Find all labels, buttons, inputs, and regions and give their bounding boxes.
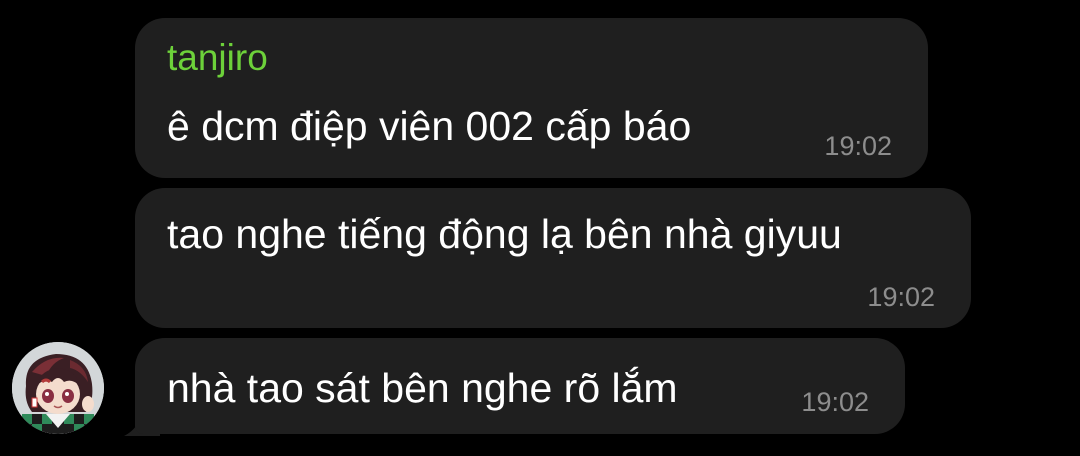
avatar[interactable]	[12, 342, 104, 434]
message-text: tao nghe tiếng động lạ bên nhà giyuu	[167, 211, 842, 257]
anime-character-avatar-icon	[12, 342, 104, 434]
message-bubble[interactable]: nhà tao sát bên nghe rõ lắm 19:02	[135, 338, 905, 434]
message-text: ê dcm điệp viên 002 cấp báo	[167, 103, 692, 149]
message-time: 19:02	[801, 387, 869, 417]
message-time: 19:02	[824, 131, 892, 161]
sender-name[interactable]: tanjiro	[167, 36, 268, 80]
chat-view: tanjiro ê dcm điệp viên 002 cấp báo 19:0…	[0, 0, 1080, 456]
message-time: 19:02	[867, 282, 935, 312]
message-bubble[interactable]: tanjiro ê dcm điệp viên 002 cấp báo 19:0…	[135, 18, 928, 178]
message-bubble[interactable]: tao nghe tiếng động lạ bên nhà giyuu 19:…	[135, 188, 971, 328]
message-text: nhà tao sát bên nghe rõ lắm	[167, 365, 678, 411]
